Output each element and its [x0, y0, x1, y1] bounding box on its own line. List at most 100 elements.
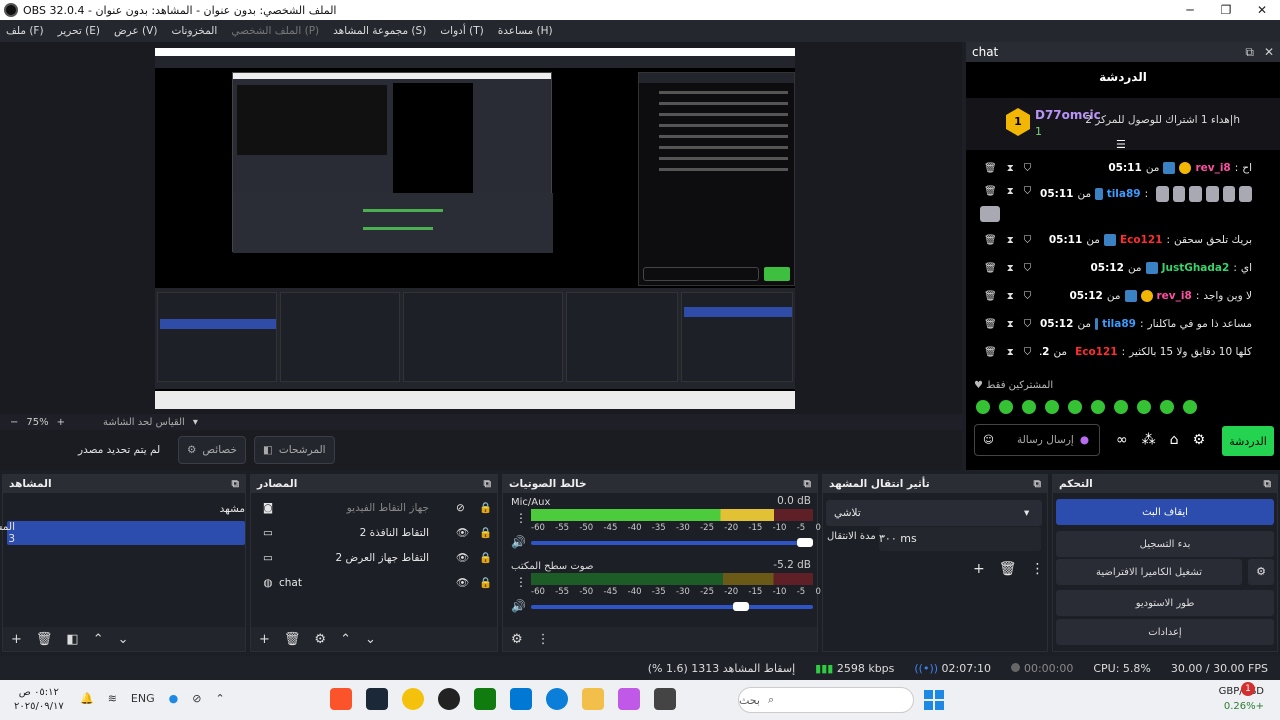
mixer-settings-icon[interactable]: ⚙: [511, 632, 523, 647]
more-icon[interactable]: ⋮: [537, 632, 550, 647]
edge-icon[interactable]: [546, 688, 568, 710]
menu-view[interactable]: عرض (V): [114, 25, 157, 37]
start-recording-button[interactable]: بدء التسجيل: [1056, 531, 1274, 557]
lock-icon[interactable]: 🔒: [479, 576, 492, 589]
emote-icon[interactable]: [976, 400, 990, 414]
delete-icon[interactable]: 🗑: [984, 291, 997, 302]
steam-icon[interactable]: [366, 688, 388, 710]
microphone-icon[interactable]: ●: [169, 692, 179, 705]
emoji-icon[interactable]: ☺: [983, 434, 994, 446]
emote-icon[interactable]: [1022, 400, 1036, 414]
more-icon[interactable]: ⋮: [515, 511, 527, 525]
delete-icon[interactable]: 🗑: [984, 186, 997, 197]
shield-icon[interactable]: ⛉: [1024, 347, 1032, 358]
message-user[interactable]: JustGhada2: [1162, 262, 1230, 274]
source-item[interactable]: ◙ جهاز التقاط الفيديو ⊘ 🔒: [251, 495, 497, 520]
zoom-in-button[interactable]: +: [57, 417, 65, 428]
volume-slider[interactable]: [531, 541, 813, 545]
speaker-icon[interactable]: 🔊: [511, 535, 526, 549]
menu-docks[interactable]: المخزونات: [171, 25, 217, 37]
float-dock-icon[interactable]: ⧉: [484, 478, 492, 491]
emote-icon[interactable]: [1045, 400, 1059, 414]
settings-icon[interactable]: ⚙: [1193, 432, 1206, 448]
add-icon[interactable]: +: [973, 561, 985, 577]
store-icon[interactable]: ⌂: [1170, 432, 1179, 448]
timeout-icon[interactable]: ⧗: [1007, 186, 1014, 197]
windows-start-icon[interactable]: [924, 690, 944, 710]
float-dock-icon[interactable]: ⧉: [232, 478, 240, 491]
virtual-camera-settings-icon[interactable]: ⚙: [1248, 559, 1274, 585]
timeout-icon[interactable]: ⧗: [1007, 235, 1014, 246]
emote-icon[interactable]: [1183, 400, 1197, 414]
float-dock-icon[interactable]: ⧉: [804, 478, 812, 491]
gear-icon[interactable]: ⚙: [314, 632, 326, 647]
emote-icon[interactable]: [1137, 400, 1151, 414]
close-dock-icon[interactable]: ✕: [1264, 45, 1274, 60]
emote-icon[interactable]: [1114, 400, 1128, 414]
menu-edit[interactable]: تحرير (E): [58, 25, 100, 37]
filter-icon[interactable]: ◧: [66, 632, 78, 647]
trash-icon[interactable]: 🗑: [36, 632, 53, 647]
menu-profile[interactable]: الملف الشخصي (P): [231, 25, 319, 37]
obs-icon[interactable]: [438, 688, 460, 710]
scene-item[interactable]: مشهد: [3, 497, 245, 521]
more-icon[interactable]: ⋮: [515, 575, 527, 589]
float-dock-icon[interactable]: ⧉: [1245, 45, 1254, 60]
arrow-down-icon[interactable]: ⌄: [365, 632, 376, 647]
trash-icon[interactable]: 🗑: [284, 632, 301, 647]
message-user[interactable]: tila89: [1107, 188, 1141, 200]
lock-icon[interactable]: 🔒: [479, 501, 492, 514]
more-icon[interactable]: ⋮: [1031, 561, 1045, 577]
wifi-icon[interactable]: ≋: [108, 692, 117, 705]
add-icon[interactable]: +: [11, 632, 22, 647]
sync-icon[interactable]: ⊘: [192, 692, 201, 705]
copilot-icon[interactable]: [618, 688, 640, 710]
explorer-icon[interactable]: [582, 688, 604, 710]
hidden-icon[interactable]: ⊘: [456, 502, 465, 514]
shield-icon[interactable]: ⛉: [1024, 263, 1032, 274]
chat-button[interactable]: الدردشة: [1222, 426, 1274, 456]
collapse-icon[interactable]: ☰: [1116, 138, 1126, 151]
scene-item[interactable]: المشهد 3: [0, 521, 245, 545]
chrome-icon[interactable]: [402, 688, 424, 710]
add-icon[interactable]: +: [259, 632, 270, 647]
float-dock-icon[interactable]: ⧉: [1264, 478, 1272, 491]
language-indicator[interactable]: ENG: [131, 692, 155, 705]
properties-button[interactable]: ⚙ خصائص: [178, 436, 247, 464]
timeout-icon[interactable]: ⧗: [1007, 347, 1014, 358]
timeout-icon[interactable]: ⧗: [1007, 319, 1014, 330]
delete-icon[interactable]: 🗑: [984, 347, 997, 358]
shield-icon[interactable]: ⛉: [1024, 235, 1032, 246]
emote-icon[interactable]: [1160, 400, 1174, 414]
shield-icon[interactable]: ⛉: [1024, 186, 1032, 197]
emote-icon[interactable]: [1068, 400, 1082, 414]
float-dock-icon[interactable]: ⧉: [1034, 478, 1042, 491]
trash-icon[interactable]: 🗑: [999, 561, 1017, 577]
volume-slider-handle[interactable]: [733, 602, 750, 611]
taskbar-clock[interactable]: ٠٥:١٢ ص ٢٠٢٥/٠٩/١٧: [14, 686, 64, 714]
studio-mode-button[interactable]: طور الاستوديو: [1056, 590, 1274, 616]
source-item[interactable]: ◍ chat 👁 🔒: [251, 570, 497, 595]
duration-field[interactable]: ٣٠٠ ms: [879, 527, 1041, 551]
lock-icon[interactable]: 🔒: [479, 551, 492, 564]
speaker-icon[interactable]: 🔊: [511, 599, 526, 613]
message-user[interactable]: rev_i8: [1157, 290, 1192, 302]
transition-select[interactable]: تلاشي ▾: [826, 500, 1042, 526]
message-user[interactable]: rev_i8: [1195, 162, 1230, 174]
nodes-icon[interactable]: ⁂: [1142, 432, 1156, 448]
menu-scene-collection[interactable]: مجموعة المشاهد (S): [333, 25, 426, 37]
delete-icon[interactable]: 🗑: [984, 163, 997, 174]
filters-button[interactable]: ◧ المرشحات: [254, 436, 335, 464]
infinity-icon[interactable]: ∞: [1116, 432, 1128, 448]
menu-file[interactable]: ملف (F): [6, 25, 44, 37]
menu-help[interactable]: مساعدة (H): [498, 25, 553, 37]
shield-icon[interactable]: ⛉: [1024, 291, 1032, 302]
delete-icon[interactable]: 🗑: [984, 263, 997, 274]
close-icon[interactable]: ✕: [1244, 3, 1280, 17]
delete-icon[interactable]: 🗑: [984, 319, 997, 330]
timeout-icon[interactable]: ⧗: [1007, 263, 1014, 274]
app-icon[interactable]: [654, 688, 676, 710]
taskbar-search[interactable]: ⌕ بحث: [738, 687, 914, 713]
timeout-icon[interactable]: ⧗: [1007, 291, 1014, 302]
virtual-camera-button[interactable]: تشغيل الكاميرا الافتراضية: [1056, 559, 1242, 585]
